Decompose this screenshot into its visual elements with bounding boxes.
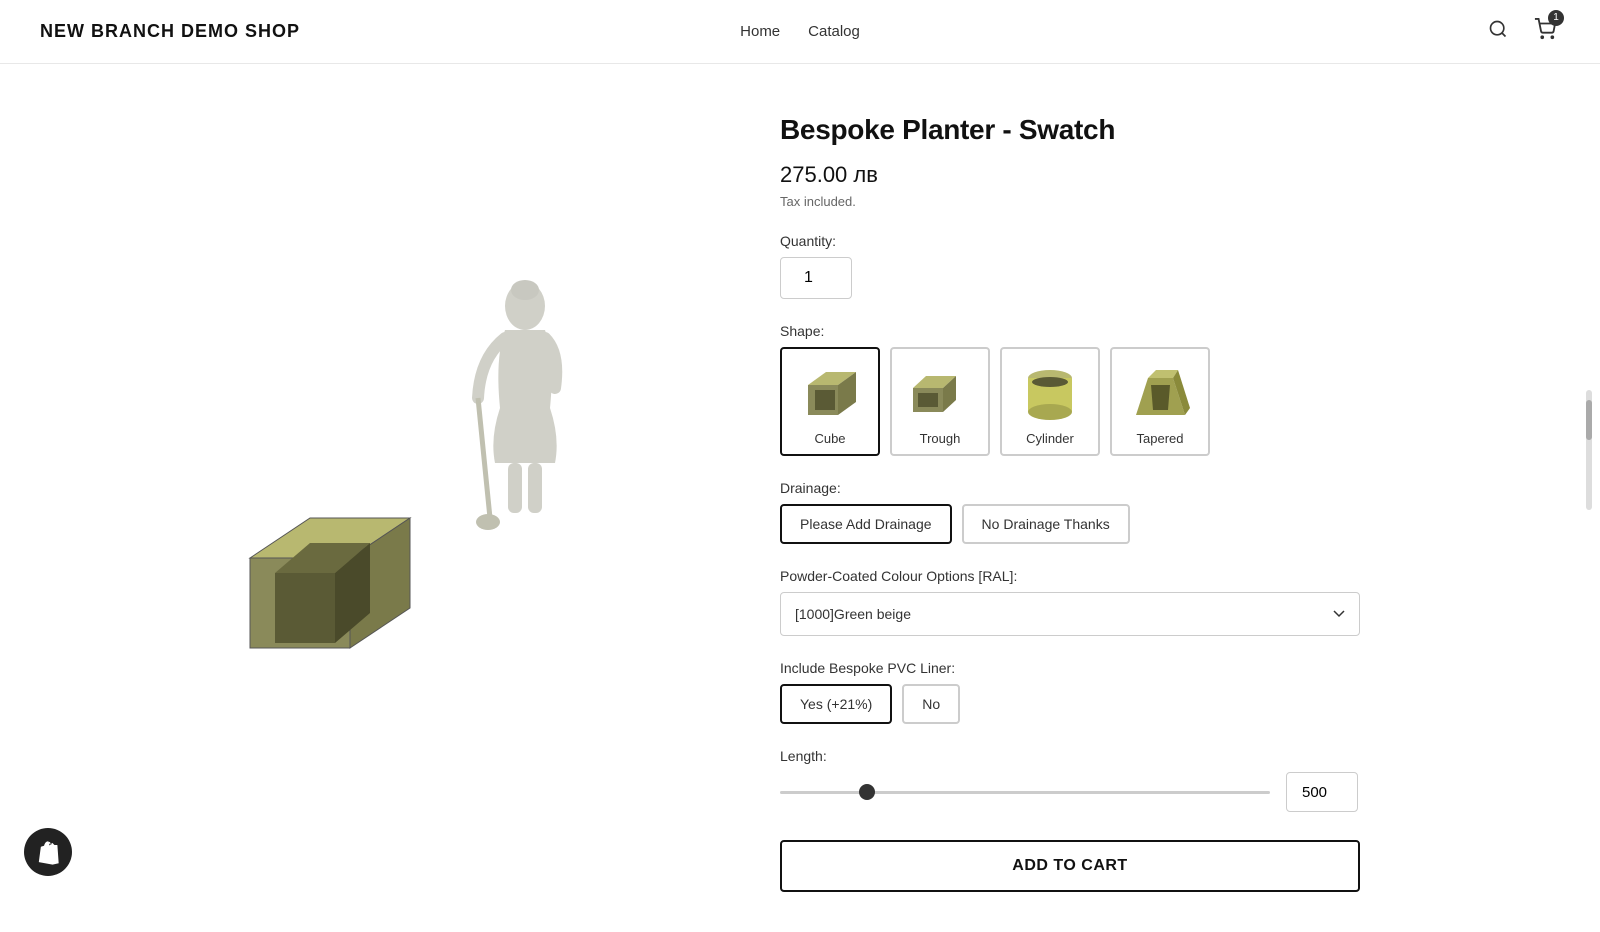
trough-shape-img <box>905 357 975 427</box>
product-title: Bespoke Planter - Swatch <box>780 114 1460 146</box>
colour-section: Powder-Coated Colour Options [RAL]: [100… <box>780 568 1460 636</box>
cylinder-shape-img <box>1015 357 1085 427</box>
shape-label-cube: Cube <box>814 431 845 446</box>
nav-home[interactable]: Home <box>740 23 780 40</box>
liner-section: Include Bespoke PVC Liner: Yes (+21%) No <box>780 660 1460 724</box>
drainage-option-add[interactable]: Please Add Drainage <box>780 504 952 544</box>
colour-label: Powder-Coated Colour Options [RAL]: <box>780 568 1460 584</box>
tapered-shape-img <box>1125 357 1195 427</box>
shopify-badge[interactable] <box>24 828 72 876</box>
shape-option-tapered[interactable]: Tapered <box>1110 347 1210 456</box>
shape-option-cube[interactable]: Cube <box>780 347 880 456</box>
quantity-input[interactable] <box>780 257 852 299</box>
shape-option-trough[interactable]: Trough <box>890 347 990 456</box>
cart-button[interactable]: 1 <box>1530 14 1560 50</box>
shape-label-cylinder: Cylinder <box>1026 431 1074 446</box>
nav-catalog[interactable]: Catalog <box>808 23 860 40</box>
liner-option-no[interactable]: No <box>902 684 960 724</box>
length-row <box>780 772 1460 812</box>
add-to-cart-button[interactable]: ADD TO CART <box>780 840 1360 892</box>
colour-select[interactable]: [1000]Green beige[1001]Beige[1002]Sand y… <box>780 592 1360 636</box>
product-image <box>190 258 670 738</box>
quantity-label: Quantity: <box>780 233 1460 249</box>
shape-label: Shape: <box>780 323 1460 339</box>
site-logo[interactable]: NEW BRANCH DEMO SHOP <box>40 21 300 42</box>
cube-image <box>220 478 420 678</box>
scroll-thumb <box>1586 400 1592 440</box>
length-section: Length: <box>780 748 1460 812</box>
length-slider[interactable] <box>780 791 1270 794</box>
shape-option-cylinder[interactable]: Cylinder <box>1000 347 1100 456</box>
product-price: 275.00 лв <box>780 162 1460 188</box>
quantity-section: Quantity: <box>780 233 1460 323</box>
drainage-options: Please Add Drainage No Drainage Thanks <box>780 504 1460 544</box>
site-header: NEW BRANCH DEMO SHOP Home Catalog 1 <box>0 0 1600 64</box>
tax-note: Tax included. <box>780 194 1460 209</box>
length-value-input[interactable] <box>1286 772 1358 812</box>
length-label: Length: <box>780 748 1460 764</box>
liner-option-yes[interactable]: Yes (+21%) <box>780 684 892 724</box>
cube-shape-img <box>795 357 865 427</box>
product-details: Bespoke Planter - Swatch 275.00 лв Tax i… <box>780 104 1460 892</box>
shape-label-trough: Trough <box>920 431 961 446</box>
shape-options: Cube Trough <box>780 347 1460 456</box>
liner-label: Include Bespoke PVC Liner: <box>780 660 1460 676</box>
cart-badge: 1 <box>1548 10 1564 26</box>
liner-options: Yes (+21%) No <box>780 684 1460 724</box>
main-nav: Home Catalog <box>740 23 860 40</box>
search-button[interactable] <box>1484 15 1512 49</box>
header-icons: 1 <box>1484 14 1560 50</box>
drainage-section: Drainage: Please Add Drainage No Drainag… <box>780 480 1460 544</box>
drainage-option-no[interactable]: No Drainage Thanks <box>962 504 1130 544</box>
shape-label-tapered: Tapered <box>1137 431 1184 446</box>
figure-image <box>460 278 590 538</box>
main-content: Bespoke Planter - Swatch 275.00 лв Tax i… <box>100 64 1500 932</box>
drainage-label: Drainage: <box>780 480 1460 496</box>
product-image-area <box>140 104 720 892</box>
scroll-indicator[interactable] <box>1586 390 1592 510</box>
shape-section: Shape: Cube <box>780 323 1460 456</box>
